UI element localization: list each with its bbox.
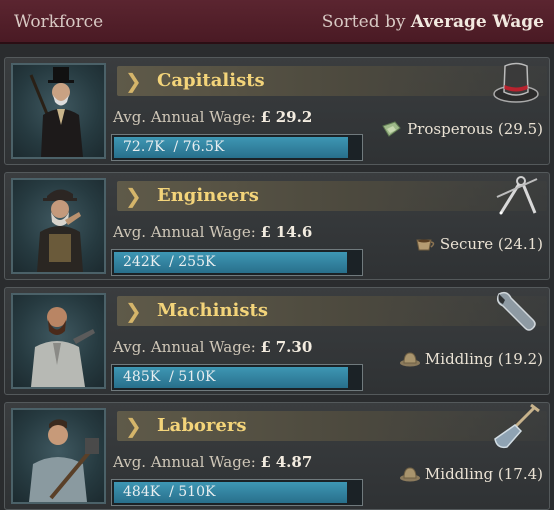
pop-name-bar[interactable]: ❯ Engineers (117, 181, 547, 211)
employment-text: 242K / 255K (123, 254, 216, 270)
top-hat-icon (493, 62, 539, 103)
avg-wage: Avg. Annual Wage: £ 14.6 (113, 223, 312, 241)
sort-prefix: Sorted by (321, 12, 406, 32)
pop-card-machinists[interactable]: ❯ Machinists Avg. Annual Wage: £ 7.30 48… (4, 287, 550, 395)
wage-value: 7.30 (275, 338, 313, 356)
sort-key: Average Wage (410, 12, 544, 32)
shovel-icon (494, 403, 540, 449)
sort-selector[interactable]: Sorted by Average Wage (322, 12, 544, 32)
status-text: Middling (17.4) (424, 465, 543, 483)
employment-bar: 242K / 255K (111, 249, 363, 276)
middling-icon (399, 467, 420, 482)
pop-name-bar[interactable]: ❯ Capitalists (117, 66, 547, 96)
wage-label: Avg. Annual Wage: (113, 108, 256, 126)
pop-portrait (11, 408, 106, 504)
pop-name: Machinists (157, 300, 268, 321)
capacity-count: 255K (178, 254, 216, 270)
currency-icon: £ (260, 223, 271, 241)
currency-icon: £ (260, 108, 271, 126)
workforce-header: Workforce Sorted by Average Wage (0, 0, 554, 44)
currency-icon: £ (260, 338, 271, 356)
pop-portrait (11, 293, 106, 389)
status-text: Prosperous (29.5) (407, 120, 543, 138)
capacity-count: 510K (178, 369, 216, 385)
pop-card-engineers[interactable]: ❯ Engineers Avg. Annual Wage: £ 14.6 242… (4, 172, 550, 280)
compass-icon (496, 176, 538, 215)
capacity-count: 510K (178, 484, 216, 500)
pop-card-laborers[interactable]: ❯ Laborers Avg. Annual Wage: £ 4.87 484K… (4, 402, 550, 510)
wage-value: 4.87 (275, 453, 313, 471)
employment-bar: 485K / 510K (111, 364, 363, 391)
employment-bar: 72.7K / 76.5K (111, 134, 363, 161)
standard-of-living[interactable]: Secure (24.1) (414, 235, 543, 253)
panel-title: Workforce (14, 12, 104, 32)
wage-value: 14.6 (275, 223, 313, 241)
wage-label: Avg. Annual Wage: (113, 223, 256, 241)
avg-wage: Avg. Annual Wage: £ 4.87 (113, 453, 312, 471)
currency-icon: £ (260, 453, 271, 471)
pop-portrait (11, 63, 106, 159)
status-text: Secure (24.1) (439, 235, 543, 253)
employment-bar: 484K / 510K (111, 479, 363, 506)
employed-count: 242K (123, 254, 161, 270)
wage-label: Avg. Annual Wage: (113, 338, 256, 356)
pop-name: Laborers (157, 415, 247, 436)
pop-name-bar[interactable]: ❯ Laborers (117, 411, 547, 441)
wrench-icon (496, 291, 536, 331)
standard-of-living[interactable]: Middling (17.4) (399, 465, 543, 483)
standard-of-living[interactable]: Middling (19.2) (399, 350, 543, 368)
expand-chevron-icon[interactable]: ❯ (125, 184, 142, 208)
status-text: Middling (19.2) (424, 350, 543, 368)
employment-text: 72.7K / 76.5K (123, 139, 225, 155)
pop-name-bar[interactable]: ❯ Machinists (117, 296, 547, 326)
middling-icon (399, 352, 420, 367)
employed-count: 485K (123, 369, 161, 385)
secure-icon (416, 239, 435, 251)
standard-of-living[interactable]: Prosperous (29.5) (381, 120, 543, 138)
expand-chevron-icon[interactable]: ❯ (125, 299, 142, 323)
avg-wage: Avg. Annual Wage: £ 29.2 (113, 108, 312, 126)
pop-name: Engineers (157, 185, 259, 206)
employment-text: 485K / 510K (123, 369, 216, 385)
pop-name: Capitalists (157, 70, 265, 91)
pop-card-capitalists[interactable]: ❯ Capitalists Avg. Annual Wage: £ 29.2 7… (4, 57, 550, 165)
expand-chevron-icon[interactable]: ❯ (125, 69, 142, 93)
capacity-count: 76.5K (182, 139, 225, 155)
pop-portrait (11, 178, 106, 274)
employed-count: 484K (123, 484, 161, 500)
wage-value: 29.2 (275, 108, 313, 126)
employment-text: 484K / 510K (123, 484, 216, 500)
expand-chevron-icon[interactable]: ❯ (125, 414, 142, 438)
wage-label: Avg. Annual Wage: (113, 453, 256, 471)
employed-count: 72.7K (123, 139, 165, 155)
prosperous-icon (382, 121, 401, 137)
avg-wage: Avg. Annual Wage: £ 7.30 (113, 338, 312, 356)
